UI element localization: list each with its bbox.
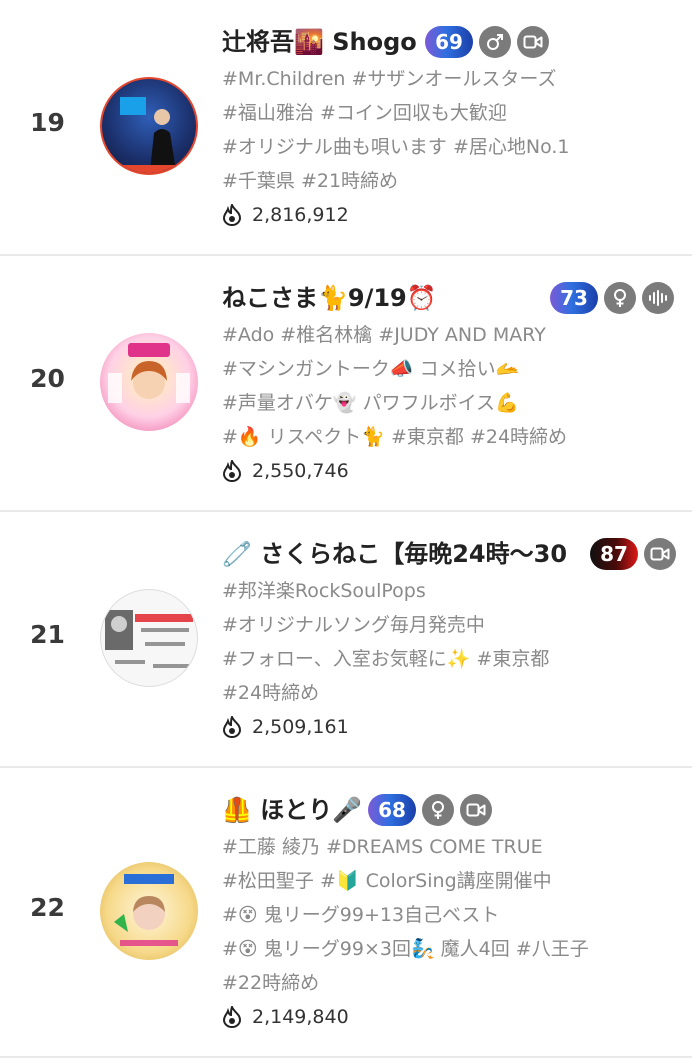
tag-line[interactable]: #Ado #椎名林檎 #JUDY AND MARY	[222, 318, 684, 352]
avatar[interactable]	[100, 77, 198, 175]
badge-group: 69	[425, 26, 549, 58]
video-icon	[644, 538, 676, 570]
flame-icon	[222, 204, 242, 226]
ranking-row[interactable]: 21 🧷 さくらねこ【毎晩24時〜30 87 #邦洋楽RockSoulPops …	[0, 512, 692, 768]
ranking-row[interactable]: 20 ねこさま🐈9/19⏰ 73 #Ado #椎名林檎 #JUDY AND MA…	[0, 256, 692, 512]
avatar-image	[102, 97, 196, 173]
rank-number: 20	[30, 364, 65, 393]
video-icon	[517, 26, 549, 58]
ranking-list: 19 辻将吾🌇 Shogo 69 #Mr.Children #サザンオールスター…	[0, 0, 692, 1058]
tag-line[interactable]: #声量オバケ👻 パワフルボイス💪	[222, 386, 684, 420]
score: 2,550,746	[222, 454, 684, 488]
score: 2,149,840	[222, 1000, 684, 1034]
tag-line[interactable]: #邦洋楽RockSoulPops	[222, 574, 684, 608]
tag-line[interactable]: #24時締め	[222, 676, 684, 710]
tag-line[interactable]: #オリジナルソング毎月発売中	[222, 608, 684, 642]
streamer-name[interactable]: 🧷 さくらねこ【毎晩24時〜30	[222, 534, 567, 574]
badge-group: 87	[590, 538, 676, 570]
streamer-name[interactable]: 🦺 ほとり🎤	[222, 790, 362, 830]
score-value: 2,509,161	[252, 716, 349, 738]
avatar-image	[105, 610, 193, 668]
tag-list: #Mr.Children #サザンオールスターズ #福山雅治 #コイン回収も大歓…	[222, 62, 684, 198]
tag-line[interactable]: #松田聖子 #🔰 ColorSing講座開催中	[222, 864, 684, 898]
rank-number: 19	[30, 108, 65, 137]
flame-icon	[222, 716, 242, 738]
tag-line[interactable]: #😵 鬼リーグ99+13自己ベスト	[222, 898, 684, 932]
streamer-name[interactable]: ねこさま🐈9/19⏰	[222, 278, 437, 318]
level-badge: 73	[550, 282, 598, 314]
row-content: 🦺 ほとり🎤 68 #工藤 綾乃 #DREAMS COME TRUE #松田聖子…	[222, 790, 684, 1034]
tag-line[interactable]: #オリジナル曲も唄います #居心地No.1	[222, 130, 684, 164]
tag-line[interactable]: #Mr.Children #サザンオールスターズ	[222, 62, 684, 96]
avatar[interactable]	[100, 333, 198, 431]
tag-list: #工藤 綾乃 #DREAMS COME TRUE #松田聖子 #🔰 ColorS…	[222, 830, 684, 1000]
tag-line[interactable]: #フォロー、入室お気軽に✨ #東京都	[222, 642, 684, 676]
score-value: 2,550,746	[252, 460, 349, 482]
rank-number: 21	[30, 620, 65, 649]
female-icon	[604, 282, 636, 314]
tag-line[interactable]: #22時締め	[222, 966, 684, 1000]
avatar[interactable]	[100, 862, 198, 960]
level-badge: 69	[425, 26, 473, 58]
flame-icon	[222, 460, 242, 482]
tag-line[interactable]: #マシンガントーク📣 コメ拾い🫴	[222, 352, 684, 386]
tag-line[interactable]: #福山雅治 #コイン回収も大歓迎	[222, 96, 684, 130]
audio-icon	[642, 282, 674, 314]
female-icon	[422, 794, 454, 826]
score-value: 2,816,912	[252, 204, 349, 226]
badge-group: 68	[368, 794, 492, 826]
flame-icon	[222, 1006, 242, 1028]
row-content: 🧷 さくらねこ【毎晩24時〜30 87 #邦洋楽RockSoulPops #オリ…	[222, 534, 684, 744]
tag-list: #Ado #椎名林檎 #JUDY AND MARY #マシンガントーク📣 コメ拾…	[222, 318, 684, 454]
ranking-row[interactable]: 19 辻将吾🌇 Shogo 69 #Mr.Children #サザンオールスター…	[0, 0, 692, 256]
row-content: ねこさま🐈9/19⏰ 73 #Ado #椎名林檎 #JUDY AND MARY …	[222, 278, 684, 488]
score: 2,509,161	[222, 710, 684, 744]
tag-line[interactable]: #😵 鬼リーグ99×3回🧞 魔人4回 #八王子	[222, 932, 684, 966]
score-value: 2,149,840	[252, 1006, 349, 1028]
male-icon	[479, 26, 511, 58]
level-badge: 87	[590, 538, 638, 570]
row-content: 辻将吾🌇 Shogo 69 #Mr.Children #サザンオールスターズ #…	[222, 22, 684, 232]
tag-line[interactable]: #千葉県 #21時締め	[222, 164, 684, 198]
rank-number: 22	[30, 893, 65, 922]
streamer-name[interactable]: 辻将吾🌇 Shogo	[222, 22, 417, 62]
ranking-row[interactable]: 22 🦺 ほとり🎤 68 #工藤 綾乃 #DREAMS COME TRUE #松…	[0, 768, 692, 1058]
tag-line[interactable]: #🔥 リスペクト🐈 #東京都 #24時締め	[222, 420, 684, 454]
tag-list: #邦洋楽RockSoulPops #オリジナルソング毎月発売中 #フォロー、入室…	[222, 574, 684, 710]
avatar[interactable]	[100, 589, 198, 687]
level-badge: 68	[368, 794, 416, 826]
avatar-image	[114, 874, 178, 946]
badge-group: 73	[550, 282, 674, 314]
tag-line[interactable]: #工藤 綾乃 #DREAMS COME TRUE	[222, 830, 684, 864]
avatar-image	[108, 343, 190, 403]
score: 2,816,912	[222, 198, 684, 232]
video-icon	[460, 794, 492, 826]
